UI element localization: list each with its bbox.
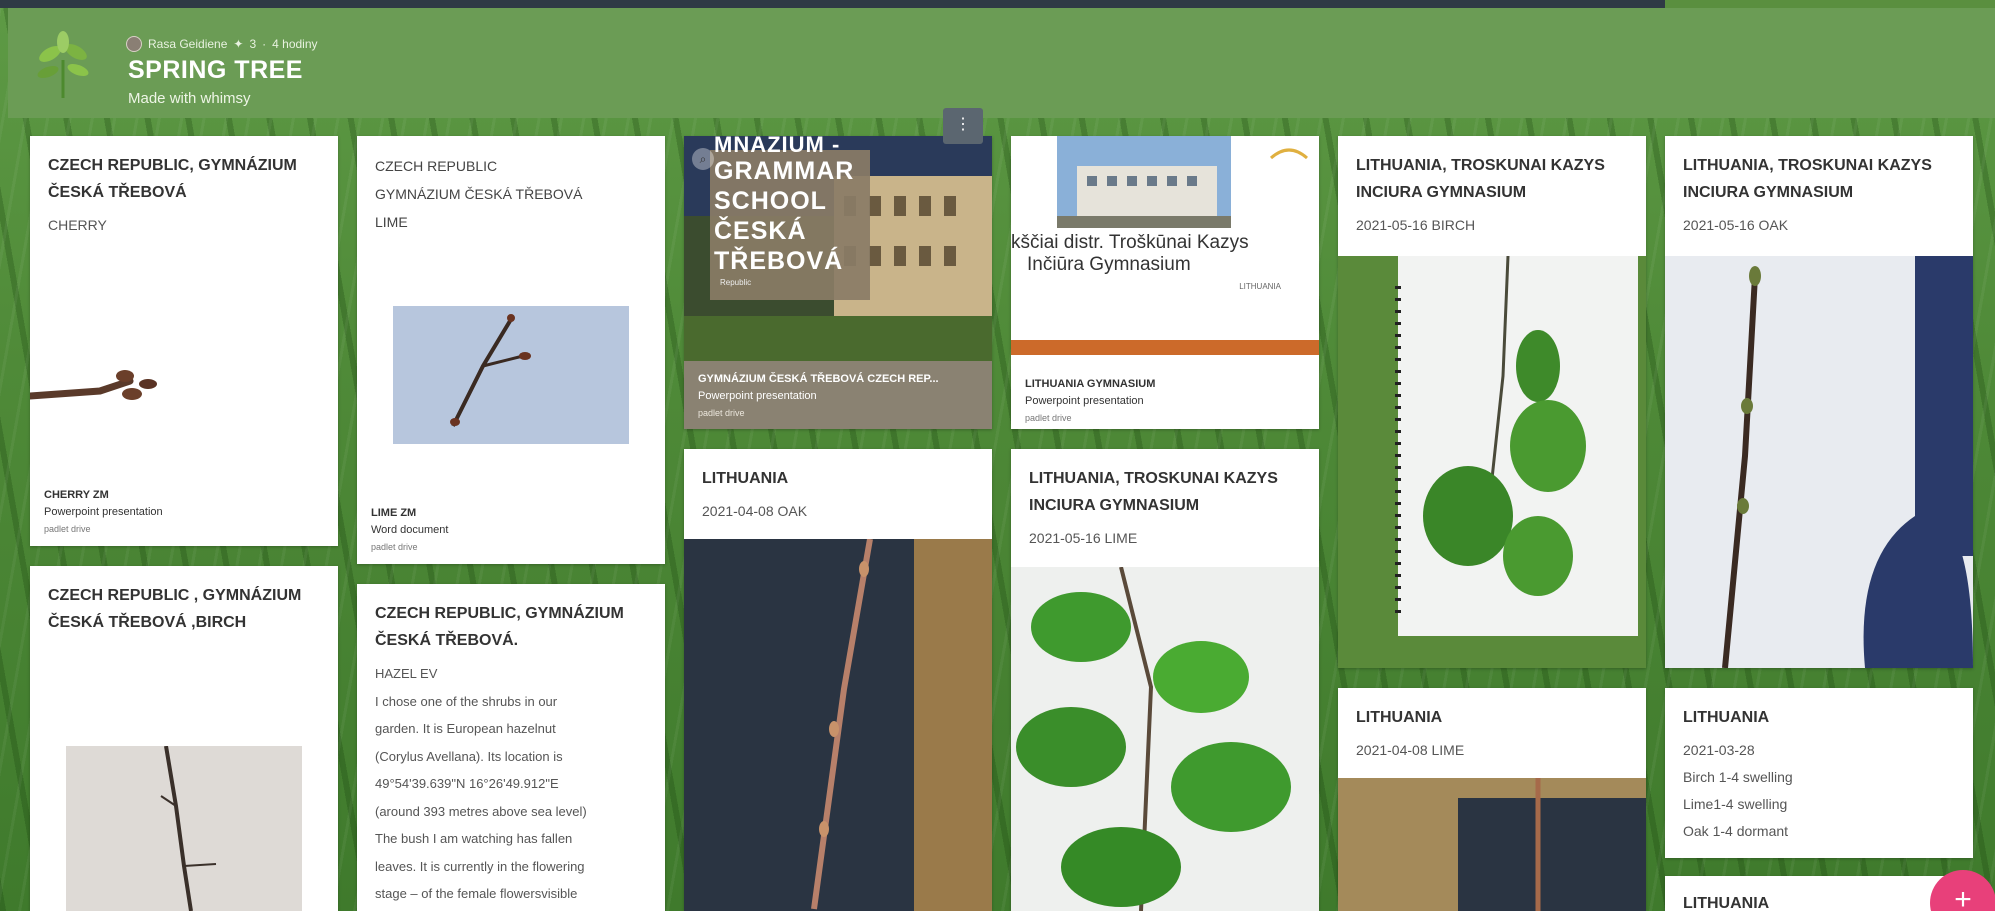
slide-line: GRAMMAR — [714, 157, 855, 185]
zoom-icon[interactable]: ⌕ — [692, 148, 714, 170]
attachment-info[interactable]: GYMNÁZIUM ČESKÁ TŘEBOVÁ CZECH REP... Pow… — [684, 361, 992, 429]
body-line: stage – of the female flowersvisible — [375, 886, 578, 901]
card-title-line2: GYMNÁZIUM ČESKÁ TŘEBOVÁ — [375, 186, 583, 202]
post-card-birch-lt[interactable]: LITHUANIA, TROSKUNAI KAZYS INCIURA GYMNA… — [1338, 136, 1646, 668]
body-line: Lime1-4 swelling — [1683, 796, 1788, 812]
slide-title: GRAMMAR SCHOOL ČESKÁ TŘEBOVÁ — [714, 156, 854, 276]
body-line: 49°54'39.639"N 16°26'49.912"E — [375, 776, 559, 791]
body-line: (Corylus Avellana). Its location is — [375, 748, 563, 764]
post-card-oak-lt[interactable]: LITHUANIA 2021-04-08 OAK — [684, 449, 992, 911]
body-line: Oak 1-4 dormant — [1683, 823, 1789, 839]
attachment-name: LITHUANIA GYMNASIUM — [1025, 378, 1156, 390]
card-body: 2021-05-16 LIME — [1029, 530, 1138, 546]
attachment-name: CHERRY ZM — [44, 489, 109, 501]
slide-text: kščiai distr. Troškūnai Kazys Inčiūra Gy… — [1011, 232, 1319, 276]
slide-small-text: Republic — [720, 278, 752, 287]
school-building-image[interactable] — [1057, 136, 1231, 228]
attachment-name: LIME ZM — [371, 507, 417, 519]
attachment-type: Powerpoint presentation — [1025, 395, 1144, 407]
attachment-source: padlet drive — [44, 524, 91, 534]
emblem-icon — [1270, 148, 1308, 160]
post-card-observations[interactable]: LITHUANIA 2021-03-28 Birch 1-4 swelling … — [1665, 688, 1973, 858]
card-body: 2021-05-16 BIRCH — [1356, 217, 1476, 233]
attachment-name: GYMNÁZIUM ČESKÁ TŘEBOVÁ CZECH REP... — [698, 373, 939, 385]
body-line: (around 393 metres above sea level) — [375, 803, 587, 819]
tree-logo-icon — [37, 31, 89, 98]
post-card-grammar-school[interactable]: MNÁZIUM - GRAMMAR SCHOOL ČESKÁ TŘEBOVÁ R… — [684, 136, 992, 429]
post-card-lime-lt[interactable]: LITHUANIA, TROSKUNAI KAZYS INCIURA GYMNA… — [1011, 449, 1319, 911]
avatar[interactable] — [126, 36, 142, 52]
card-body: 2021-04-08 LIME — [1356, 742, 1465, 758]
body-line: Birch 1-4 swelling — [1683, 769, 1793, 785]
post-menu-button[interactable]: ⋮ — [943, 108, 983, 144]
cherry-twig-image[interactable] — [30, 336, 338, 486]
board-subtitle: Made with whimsy — [128, 90, 251, 107]
post-card-lime-cz[interactable]: CZECH REPUBLIC GYMNÁZIUM ČESKÁ TŘEBOVÁ L… — [357, 136, 665, 564]
heart-icon: ✦ — [233, 37, 244, 51]
post-card-cherry[interactable]: CZECH REPUBLIC, GYMNÁZIUM ČESKÁ TŘEBOVÁ … — [30, 136, 338, 546]
attachment-source: padlet drive — [371, 542, 418, 552]
board-header: Rasa Geidiene ✦ 3 · 4 hodiny SPRING TREE… — [8, 8, 1995, 118]
card-title: LITHUANIA — [1683, 895, 1770, 911]
card-title: LITHUANIA, TROSKUNAI KAZYS INCIURA GYMNA… — [1356, 157, 1605, 201]
author-name[interactable]: Rasa Geidiene — [148, 37, 227, 51]
lime-leaves-image[interactable] — [1011, 567, 1319, 911]
card-title: LITHUANIA — [702, 470, 789, 487]
card-title: LITHUANIA — [1683, 709, 1770, 726]
attachment-info[interactable]: CHERRY ZM Powerpoint presentation padlet… — [44, 487, 163, 538]
attachment-source: padlet drive — [698, 408, 745, 418]
card-title: CZECH REPUBLIC, GYMNÁZIUM ČESKÁ TŘEBOVÁ — [48, 157, 297, 201]
birch-twig-image[interactable] — [66, 746, 302, 911]
slide-line: kščiai distr. Troškūnai Kazys — [1011, 232, 1249, 253]
post-card-oak-lt-2[interactable]: LITHUANIA, TROSKUNAI KAZYS INCIURA GYMNA… — [1665, 136, 1973, 668]
post-card-lithuania-bottom[interactable]: LITHUANIA — [1665, 876, 1973, 911]
attachment-type: Word document — [371, 524, 449, 536]
post-card-lithuania-gymnasium[interactable]: kščiai distr. Troškūnai Kazys Inčiūra Gy… — [1011, 136, 1319, 429]
body-line: 2021-03-28 — [1683, 742, 1755, 758]
card-body: 2021-04-08 OAK — [702, 503, 808, 519]
post-card-hazel[interactable]: CZECH REPUBLIC, GYMNÁZIUM ČESKÁ TŘEBOVÁ.… — [357, 584, 665, 911]
body-line: The bush I am watching has fallen — [375, 831, 573, 846]
card-title-line1: CZECH REPUBLIC — [375, 158, 498, 174]
slide-line: Inčiūra Gymnasium — [1027, 254, 1191, 275]
post-card-birch-cz[interactable]: CZECH REPUBLIC , GYMNÁZIUM ČESKÁ TŘEBOVÁ… — [30, 566, 338, 911]
dot-separator: · — [262, 37, 267, 51]
slide-stripe — [1011, 340, 1319, 355]
lime-twig-photo[interactable] — [1338, 778, 1646, 911]
card-title: CZECH REPUBLIC, GYMNÁZIUM ČESKÁ TŘEBOVÁ. — [375, 605, 624, 649]
card-title: LITHUANIA — [1356, 709, 1443, 726]
card-title-line3: LIME — [375, 214, 408, 230]
card-body: CHERRY — [48, 217, 107, 233]
slide-small-text: LITHUANIA — [1239, 282, 1281, 291]
card-title: LITHUANIA, TROSKUNAI KAZYS INCIURA GYMNA… — [1683, 157, 1932, 201]
top-strip — [0, 0, 1995, 8]
post-time: 4 hodiny — [272, 37, 318, 51]
body-line: HAZEL EV — [375, 666, 438, 681]
attachment-type: Powerpoint presentation — [698, 390, 817, 402]
card-title: CZECH REPUBLIC , GYMNÁZIUM ČESKÁ TŘEBOVÁ… — [48, 587, 302, 631]
attachment-info[interactable]: LIME ZM Word document padlet drive — [371, 505, 448, 556]
card-body: 2021-03-28 Birch 1-4 swelling Lime1-4 sw… — [1665, 731, 1973, 845]
body-line: I chose one of the shrubs in our — [375, 693, 558, 709]
card-title: CZECH REPUBLIC GYMNÁZIUM ČESKÁ TŘEBOVÁ L… — [357, 136, 665, 236]
board-title: SPRING TREE — [128, 56, 303, 84]
attachment-source: padlet drive — [1025, 413, 1072, 423]
card-body: HAZEL EV I chose one of the shrubs in ou… — [357, 654, 665, 908]
lime-twig-image[interactable] — [393, 306, 629, 444]
attachment-info[interactable]: LITHUANIA GYMNASIUM Powerpoint presentat… — [1011, 362, 1319, 428]
attachment-type: Powerpoint presentation — [44, 506, 163, 518]
oak-shadow-image[interactable] — [1665, 256, 1973, 668]
oak-twig-image[interactable] — [684, 539, 992, 911]
birch-leaves-image[interactable] — [1338, 256, 1646, 668]
body-line: leaves. It is currently in the flowering — [375, 858, 585, 874]
likes-count: 3 — [249, 37, 257, 51]
body-line: garden. It is European hazelnut — [375, 721, 556, 736]
slide-line: ČESKÁ — [714, 217, 807, 245]
post-card-lime-lt-2[interactable]: LITHUANIA 2021-04-08 LIME — [1338, 688, 1646, 911]
slide-line: TŘEBOVÁ — [714, 247, 844, 275]
slide-line: SCHOOL — [714, 187, 827, 215]
post-meta: Rasa Geidiene ✦ 3 · 4 hodiny — [126, 36, 318, 52]
card-title: LITHUANIA, TROSKUNAI KAZYS INCIURA GYMNA… — [1029, 470, 1278, 514]
card-body: 2021-05-16 OAK — [1683, 217, 1789, 233]
